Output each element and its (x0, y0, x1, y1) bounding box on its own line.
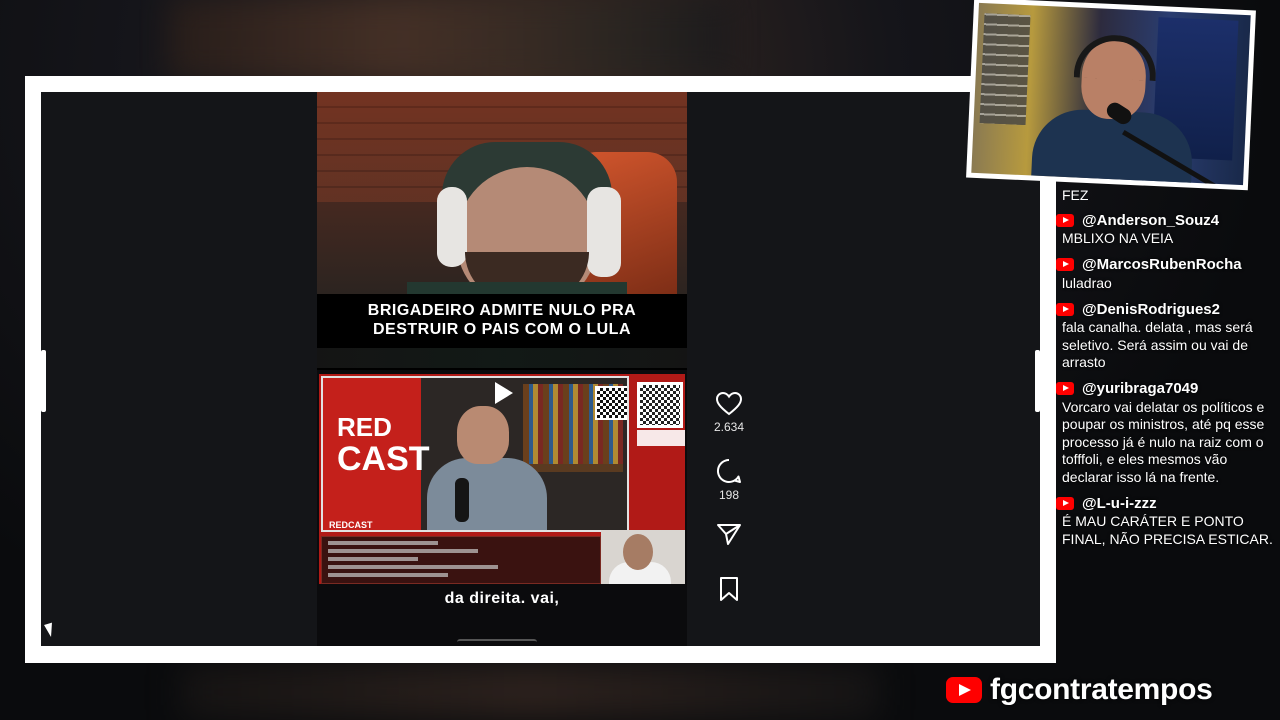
more-icon[interactable]: ••• (711, 640, 747, 646)
chat-text: luladrao (1062, 274, 1112, 291)
chat-cut-message: FEZ (1062, 190, 1089, 200)
microphone-icon (455, 478, 469, 522)
embedded-live-chat (321, 536, 601, 584)
chat-text: MBLIXO NA VEIA (1062, 230, 1174, 246)
redcast-logo: RED CAST (329, 406, 430, 482)
chat-username: @DenisRodrigues2 (1082, 300, 1220, 318)
podcast-guest (457, 406, 509, 464)
redcast-watermark: REDCAST (329, 520, 373, 530)
youtube-icon (1056, 258, 1074, 271)
left-nav-handle[interactable] (41, 350, 46, 412)
youtube-icon (1056, 302, 1074, 316)
youtube-icon (1056, 382, 1074, 395)
share-icon (717, 524, 741, 545)
headset-icon (437, 187, 467, 267)
blurred-background-bottom (180, 664, 880, 720)
chat-text: É MAU CARÁTER E PONTO FINAL, NÃO PRECISA… (1062, 513, 1273, 547)
youtube-icon (1056, 213, 1074, 227)
reel-caption: BRIGADEIRO ADMITE NULO PRA DESTRUIR O PA… (367, 302, 637, 338)
channel-name: fgcontratempos (990, 673, 1213, 706)
live-chat-overlay: FEZ @Anderson_Souz4 MBLIXO NA VEIA @Marc… (1056, 190, 1276, 620)
video-subtitle: da direita. vai, (444, 590, 560, 607)
chat-message: @yuribraga7049 Vorcaro vai delatar os po… (1056, 379, 1276, 487)
chat-text: fala canalha. delata , mas será seletivo… (1062, 319, 1253, 370)
bookmark-icon (720, 577, 738, 601)
chat-username: @yuribraga7049 (1082, 380, 1199, 397)
chat-message: @MarcosRubenRocha luladrao (1056, 255, 1276, 293)
podcast-video: RED CAST REDCAST (321, 376, 629, 532)
play-icon[interactable] (495, 382, 513, 404)
chat-username: @MarcosRubenRocha (1082, 256, 1242, 273)
browser-viewport: BRIGADEIRO ADMITE NULO PRA DESTRUIR O PA… (41, 92, 1040, 646)
heart-icon (716, 392, 742, 416)
chat-message: @L-u-i-zzz É MAU CARÁTER E PONTO FINAL, … (1056, 493, 1276, 548)
comment-button[interactable]: 198 (711, 458, 747, 502)
streamer-webcam (966, 0, 1256, 191)
chat-message: @DenisRodrigues2 fala canalha. delata , … (1056, 299, 1276, 372)
reel-streamer-scene (317, 92, 687, 307)
youtube-icon (1056, 496, 1074, 510)
share-button[interactable] (711, 522, 747, 546)
chat-username: @L-u-i-zzz (1082, 494, 1157, 512)
chat-username: @Anderson_Souz4 (1082, 211, 1220, 229)
right-nav-handle[interactable] (1035, 350, 1040, 412)
like-button[interactable]: 2.634 (711, 392, 747, 434)
embedded-clip: RED CAST REDCAST (319, 374, 685, 584)
chat-message: @Anderson_Souz4 MBLIXO NA VEIA (1056, 210, 1276, 248)
stream-scene: BRIGADEIRO ADMITE NULO PRA DESTRUIR O PA… (0, 0, 1280, 720)
youtube-logo-icon (946, 677, 982, 703)
embedded-webcam (601, 530, 685, 584)
chat-text: Vorcaro vai delatar os políticos e poupa… (1062, 398, 1265, 485)
blurred-background-top (170, 0, 730, 78)
reel-video[interactable]: BRIGADEIRO ADMITE NULO PRA DESTRUIR O PA… (317, 92, 687, 646)
screen-share-frame: BRIGADEIRO ADMITE NULO PRA DESTRUIR O PA… (25, 76, 1056, 663)
comment-count: 198 (718, 488, 740, 502)
channel-branding: fgcontratempos (946, 672, 1213, 708)
headset-icon (1073, 33, 1158, 82)
qr-code-icon (637, 382, 683, 428)
mouse-cursor-icon (44, 620, 58, 638)
comment-icon (717, 458, 741, 483)
like-count: 2.634 (713, 420, 745, 434)
save-button[interactable] (711, 576, 747, 602)
qr-code-icon (595, 386, 627, 420)
